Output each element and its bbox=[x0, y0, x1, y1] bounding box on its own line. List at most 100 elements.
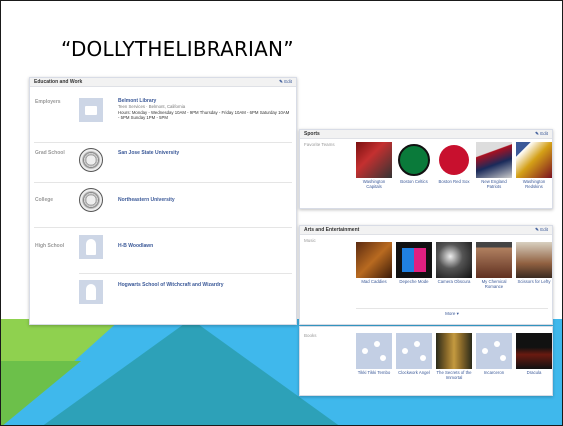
arts-edit-label: Edit bbox=[540, 227, 548, 232]
team-tile[interactable]: Washington Capitals bbox=[356, 142, 392, 190]
divider bbox=[34, 142, 292, 143]
teams-list: Washington Capitals Boston Celtics Bosto… bbox=[356, 142, 552, 190]
patriots-logo-icon bbox=[476, 142, 512, 178]
grad-school-link[interactable]: San Jose State University bbox=[118, 150, 179, 156]
team-name: Boston Red Sox bbox=[438, 179, 470, 184]
high-school-row-2: Hogwarts School of Witchcraft and Wizard… bbox=[30, 278, 296, 318]
slide-title: “DOLLYTHELIBRARIAN” bbox=[61, 37, 294, 61]
education-panel: Education and Work ✎ Edit Employers Belm… bbox=[29, 77, 297, 325]
background-green-corner bbox=[1, 361, 81, 425]
team-tile[interactable]: Boston Celtics bbox=[396, 142, 432, 190]
celtics-logo-icon bbox=[398, 144, 430, 176]
education-header: Education and Work ✎ Edit bbox=[30, 78, 296, 87]
college-link[interactable]: Northeastern University bbox=[118, 197, 175, 203]
album-art-icon bbox=[402, 248, 426, 272]
pencil-icon: ✎ bbox=[535, 227, 539, 232]
sports-header-title: Sports bbox=[304, 131, 320, 137]
album-art-icon bbox=[436, 242, 472, 278]
arts-edit-button[interactable]: ✎ Edit bbox=[535, 227, 548, 233]
album-art-icon bbox=[476, 242, 512, 278]
university-seal-icon[interactable] bbox=[79, 148, 103, 172]
team-name: New England Patriots bbox=[481, 179, 507, 190]
divider bbox=[79, 273, 292, 274]
high-school-label: High School bbox=[35, 243, 65, 249]
book-tile[interactable]: Tikki Tikki Tembo bbox=[356, 333, 392, 381]
high-school-link-2[interactable]: Hogwarts School of Witchcraft and Wizard… bbox=[118, 282, 223, 288]
sports-panel: Sports ✎ Edit Favorite Teams Washington … bbox=[299, 129, 553, 209]
grad-school-label: Grad School bbox=[35, 150, 65, 156]
pencil-icon: ✎ bbox=[279, 79, 283, 84]
pencil-icon: ✎ bbox=[535, 131, 539, 136]
placeholder-book-icon bbox=[476, 333, 512, 369]
person-silhouette-icon bbox=[86, 284, 96, 300]
person-silhouette-icon bbox=[86, 239, 96, 255]
high-school-link-1[interactable]: H-B Woodlawn bbox=[118, 243, 153, 249]
arts-header-title: Arts and Entertainment bbox=[304, 227, 360, 233]
sports-edit-label: Edit bbox=[540, 131, 548, 136]
capitals-logo-icon bbox=[356, 142, 392, 178]
book-cover-icon bbox=[436, 333, 472, 369]
slide: “DOLLYTHELIBRARIAN” Education and Work ✎… bbox=[0, 0, 563, 426]
high-school-thumbnail-2[interactable] bbox=[79, 280, 103, 304]
college-row: College Northeastern University bbox=[30, 188, 296, 218]
arts-header: Arts and Entertainment ✎ Edit bbox=[300, 226, 552, 235]
more-button[interactable]: More ▾ bbox=[356, 308, 548, 317]
sports-edit-button[interactable]: ✎ Edit bbox=[535, 131, 548, 137]
music-name: Depeche Mode bbox=[399, 279, 429, 284]
education-edit-label: Edit bbox=[284, 79, 292, 84]
team-tile[interactable]: New England Patriots bbox=[476, 142, 512, 190]
employer-hours: Hours: Monday - Wednesday 10AM - 9PM Thu… bbox=[118, 109, 290, 121]
music-tile[interactable]: Scissors for Lefty bbox=[516, 242, 552, 290]
divider bbox=[34, 182, 292, 183]
placeholder-book-icon bbox=[396, 333, 432, 369]
redskins-logo-icon bbox=[516, 142, 552, 178]
book-name: Clockwork Angel bbox=[398, 370, 430, 375]
book-name: Dracula bbox=[526, 370, 542, 375]
music-label: Music bbox=[304, 238, 316, 243]
employers-row: Employers Belmont Library Teen Services … bbox=[30, 96, 296, 136]
divider bbox=[34, 227, 292, 228]
music-name: Mad Caddies bbox=[361, 279, 387, 284]
team-name: Boston Celtics bbox=[400, 179, 428, 184]
education-edit-button[interactable]: ✎ Edit bbox=[279, 79, 292, 85]
books-label: Books bbox=[304, 333, 317, 338]
book-name: The Secrets of the Immortal bbox=[436, 370, 472, 381]
books-list: Tikki Tikki Tembo Clockwork Angel The Se… bbox=[356, 333, 552, 381]
team-tile[interactable]: Boston Red Sox bbox=[436, 142, 472, 190]
college-seal-icon[interactable] bbox=[79, 188, 103, 212]
books-panel: Books Tikki Tikki Tembo Clockwork Angel … bbox=[299, 326, 553, 396]
book-tile[interactable]: The Secrets of the Immortal bbox=[436, 333, 472, 381]
album-art-icon bbox=[516, 242, 552, 278]
team-name: Washington Redskins bbox=[522, 179, 546, 190]
high-school-row: High School H-B Woodlawn bbox=[30, 233, 296, 273]
high-school-thumbnail[interactable] bbox=[79, 235, 103, 259]
album-art-icon bbox=[356, 242, 392, 278]
music-name: Camera Obscura bbox=[437, 279, 471, 284]
employer-thumbnail[interactable] bbox=[79, 98, 103, 122]
book-name: Tikki Tikki Tembo bbox=[357, 370, 391, 375]
music-name: My Chemical Romance bbox=[481, 279, 507, 290]
music-list: Mad Caddies Depeche Mode Camera Obscura … bbox=[356, 242, 552, 290]
book-tile[interactable]: Clockwork Angel bbox=[396, 333, 432, 381]
grad-school-row: Grad School San Jose State University bbox=[30, 148, 296, 178]
education-header-title: Education and Work bbox=[34, 79, 83, 85]
red-sox-logo-icon bbox=[439, 145, 469, 175]
book-tile[interactable]: Incarceron bbox=[476, 333, 512, 381]
employers-label: Employers bbox=[35, 99, 61, 105]
placeholder-book-icon bbox=[356, 333, 392, 369]
team-name: Washington Capitals bbox=[362, 179, 386, 190]
team-tile[interactable]: Washington Redskins bbox=[516, 142, 552, 190]
college-label: College bbox=[35, 197, 54, 203]
book-tile[interactable]: Dracula bbox=[516, 333, 552, 381]
favorite-teams-label: Favorite Teams bbox=[304, 142, 335, 147]
music-tile[interactable]: Mad Caddies bbox=[356, 242, 392, 290]
arts-panel: Arts and Entertainment ✎ Edit Music Mad … bbox=[299, 225, 553, 325]
music-name: Scissors for Lefty bbox=[517, 279, 551, 284]
briefcase-icon bbox=[85, 106, 97, 115]
sports-header: Sports ✎ Edit bbox=[300, 130, 552, 139]
music-tile[interactable]: Camera Obscura bbox=[436, 242, 472, 290]
book-name: Incarceron bbox=[483, 370, 505, 375]
music-tile[interactable]: My Chemical Romance bbox=[476, 242, 512, 290]
music-tile[interactable]: Depeche Mode bbox=[396, 242, 432, 290]
book-cover-icon bbox=[516, 333, 552, 369]
